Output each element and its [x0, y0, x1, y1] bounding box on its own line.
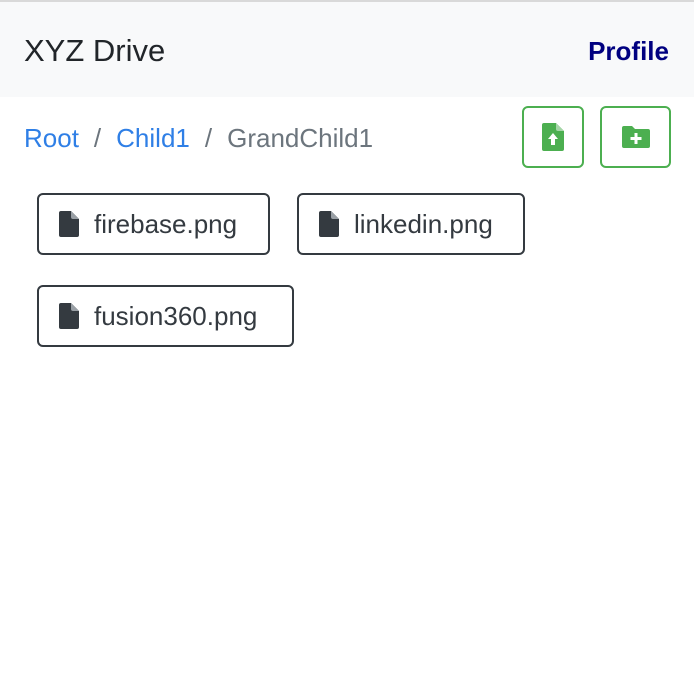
file-icon: [59, 211, 79, 237]
breadcrumb-current: GrandChild1: [227, 123, 374, 153]
navbar: XYZ Drive Profile: [0, 2, 694, 97]
breadcrumb-child1[interactable]: Child1: [116, 120, 190, 156]
file-icon: [319, 211, 339, 237]
file-name: linkedin.png: [354, 209, 493, 239]
brand-title: XYZ Drive: [24, 33, 166, 68]
add-folder-button[interactable]: [600, 106, 671, 168]
file-name: fusion360.png: [94, 301, 258, 331]
file-upload-icon: [542, 123, 564, 151]
breadcrumb-root[interactable]: Root: [24, 120, 79, 156]
folder-plus-icon: [621, 126, 650, 148]
breadcrumb-separator: /: [93, 123, 102, 153]
file-icon: [59, 303, 79, 329]
profile-link[interactable]: Profile: [588, 35, 669, 67]
file-item-linkedin[interactable]: linkedin.png: [297, 193, 525, 255]
breadcrumb-separator: /: [204, 123, 213, 153]
file-name: firebase.png: [94, 209, 238, 239]
upload-file-button[interactable]: [522, 106, 584, 168]
file-item-fusion360[interactable]: fusion360.png: [37, 285, 294, 347]
breadcrumb: Root / Child1 / GrandChild1: [24, 120, 373, 156]
file-item-firebase[interactable]: firebase.png: [37, 193, 270, 255]
